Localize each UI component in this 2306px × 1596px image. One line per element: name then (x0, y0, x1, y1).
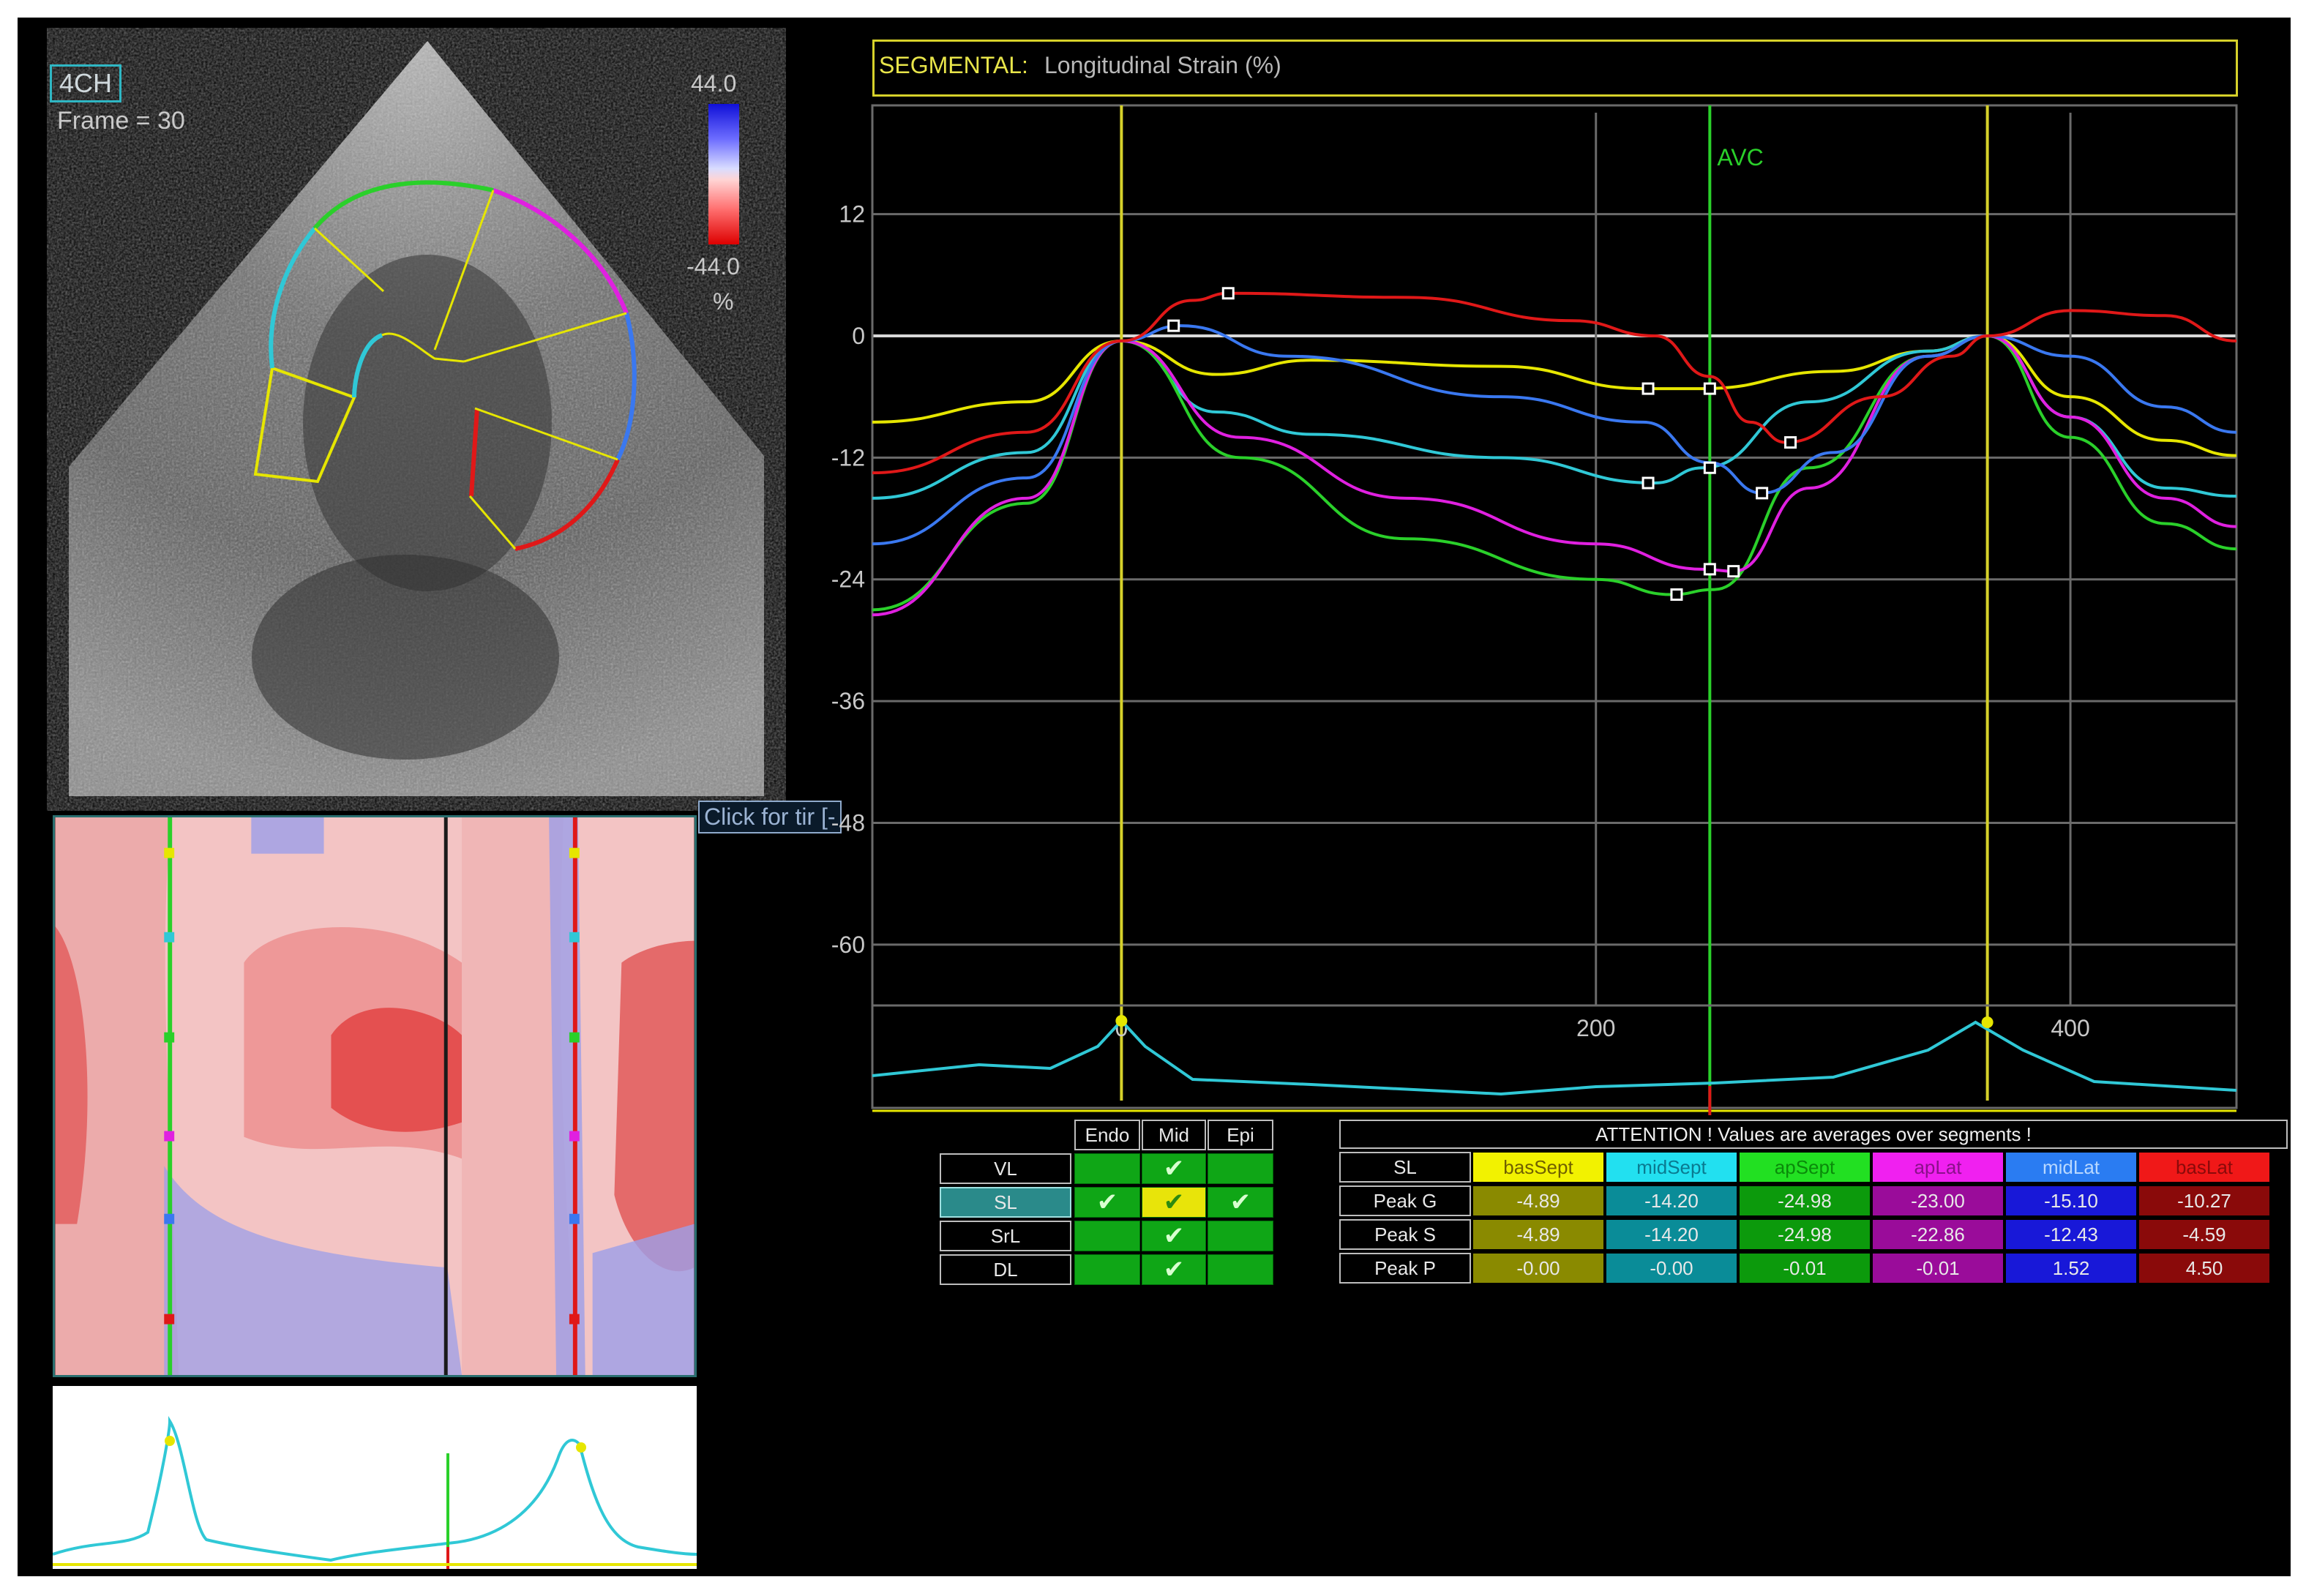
segment-row-label: Peak P (1339, 1253, 1471, 1284)
color-scale-unit: % (713, 288, 734, 315)
segment-header-apLat: apLat (1872, 1152, 2004, 1183)
checkbox-srl-epi[interactable] (1208, 1221, 1273, 1251)
y-tick-label: 0 (852, 323, 865, 349)
segment-value-cell: -4.59 (2138, 1219, 2270, 1250)
segment-value-cell: -0.00 (1606, 1253, 1737, 1284)
checkbox-vl-mid[interactable]: ✔ (1142, 1153, 1206, 1184)
segment-row-label: Peak G (1339, 1185, 1471, 1216)
checkbox-dl-mid[interactable]: ✔ (1142, 1254, 1206, 1285)
segment-value-cell: 1.52 (2005, 1253, 2137, 1284)
y-tick-label: -12 (831, 444, 865, 471)
checkbox-vl-endo[interactable] (1074, 1153, 1140, 1184)
segment-value-cell: -4.89 (1472, 1185, 1604, 1216)
x-tick-label: 400 (2051, 1015, 2089, 1041)
segment-value-cell: -10.27 (2138, 1185, 2270, 1216)
segment-value-cell: -15.10 (2005, 1185, 2137, 1216)
peak-marker (1756, 487, 1769, 500)
tip-button[interactable]: Click for tir [- (698, 801, 842, 833)
ecg-trace-small (53, 1386, 697, 1569)
segment-table-corner: SL (1339, 1152, 1471, 1183)
color-scale-bar (708, 104, 739, 244)
strain-analysis-screen: 4CH Frame = 30 44.0 -44.0 % Click for ti… (18, 18, 2291, 1576)
color-scale-max: 44.0 (691, 70, 737, 97)
series-line-midLat (872, 324, 2237, 546)
row-label-srl[interactable]: SrL (940, 1221, 1071, 1251)
color-scale-min: -44.0 (686, 253, 740, 280)
ecg-cycle-dot (1981, 1016, 1994, 1028)
segment-header-midSept: midSept (1606, 1152, 1737, 1183)
checkbox-sl-epi[interactable]: ✔ (1208, 1187, 1273, 1218)
peak-marker (1703, 382, 1716, 395)
y-tick-label: -48 (831, 809, 865, 836)
ecg-trace (872, 1019, 2237, 1096)
row-label-vl[interactable]: VL (940, 1153, 1071, 1184)
segment-value-cell: 4.50 (2138, 1253, 2270, 1284)
checkbox-vl-epi[interactable] (1208, 1153, 1273, 1184)
peak-marker (1727, 565, 1740, 578)
peak-marker (1167, 319, 1180, 332)
segment-value-cell: -24.98 (1739, 1185, 1871, 1216)
y-tick-label: -36 (831, 688, 865, 714)
row-label-sl[interactable]: SL (940, 1187, 1071, 1218)
segment-value-cell: -0.00 (1472, 1253, 1604, 1284)
peak-marker (1641, 476, 1655, 490)
avc-label: AVC (1717, 144, 1763, 171)
column-header-mid[interactable]: Mid (1142, 1120, 1206, 1150)
column-header-endo[interactable]: Endo (1074, 1120, 1140, 1150)
series-line-apSept (872, 334, 2237, 612)
segment-value-cell: -0.01 (1872, 1253, 2004, 1284)
y-tick-label: 12 (839, 201, 865, 228)
chart-title-box: SEGMENTAL: Longitudinal Strain (%) (872, 40, 2238, 97)
peak-marker (1703, 563, 1716, 576)
x-tick-label: 200 (1576, 1015, 1615, 1041)
frame-counter: Frame = 30 (57, 107, 185, 135)
attention-banner: ATTENTION ! Values are averages over seg… (1339, 1120, 2288, 1149)
y-tick-label: -60 (831, 932, 865, 958)
chart-title: Longitudinal Strain (%) (1044, 52, 1281, 78)
ecg-cycle-dot (1115, 1015, 1128, 1027)
checkbox-sl-endo[interactable]: ✔ (1074, 1187, 1140, 1218)
peak-marker (1784, 436, 1797, 449)
curved-mmode-panel[interactable] (53, 815, 697, 1377)
peak-marker (1641, 382, 1655, 395)
segment-header-basLat: basLat (2138, 1152, 2270, 1183)
checkbox-dl-epi[interactable] (1208, 1254, 1273, 1285)
chart-title-prefix: SEGMENTAL: (879, 52, 1028, 78)
checkbox-sl-mid[interactable]: ✔ (1142, 1187, 1206, 1218)
segment-header-basSept: basSept (1472, 1152, 1604, 1183)
segment-value-cell: -24.98 (1739, 1219, 1871, 1250)
segment-header-midLat: midLat (2005, 1152, 2137, 1183)
segment-value-cell: -0.01 (1739, 1253, 1871, 1284)
peak-marker (1221, 287, 1235, 300)
segment-header-apSept: apSept (1739, 1152, 1871, 1183)
segment-value-cell: -12.43 (2005, 1219, 2137, 1250)
segment-row-label: Peak S (1339, 1219, 1471, 1250)
view-label-badge: 4CH (50, 64, 122, 102)
checkbox-srl-endo[interactable] (1074, 1221, 1140, 1251)
checkbox-srl-mid[interactable]: ✔ (1142, 1221, 1206, 1251)
echo-4ch-image[interactable] (47, 28, 786, 811)
segment-value-cell: -14.20 (1606, 1219, 1737, 1250)
row-label-dl[interactable]: DL (940, 1254, 1071, 1285)
column-header-epi[interactable]: Epi (1208, 1120, 1273, 1150)
peak-marker (1703, 461, 1716, 474)
plot-frame (871, 104, 2238, 1007)
strain-chart[interactable]: 120-12-24-36-48-60AVC0 200 400 (823, 98, 2257, 1115)
peak-marker (1670, 588, 1683, 602)
segment-value-cell: -4.89 (1472, 1219, 1604, 1250)
segment-value-cell: -14.20 (1606, 1185, 1737, 1216)
segment-value-cell: -23.00 (1872, 1185, 2004, 1216)
y-tick-label: -24 (831, 566, 865, 593)
checkbox-dl-endo[interactable] (1074, 1254, 1140, 1285)
series-line-apLat (872, 334, 2237, 617)
segment-value-cell: -22.86 (1872, 1219, 2004, 1250)
